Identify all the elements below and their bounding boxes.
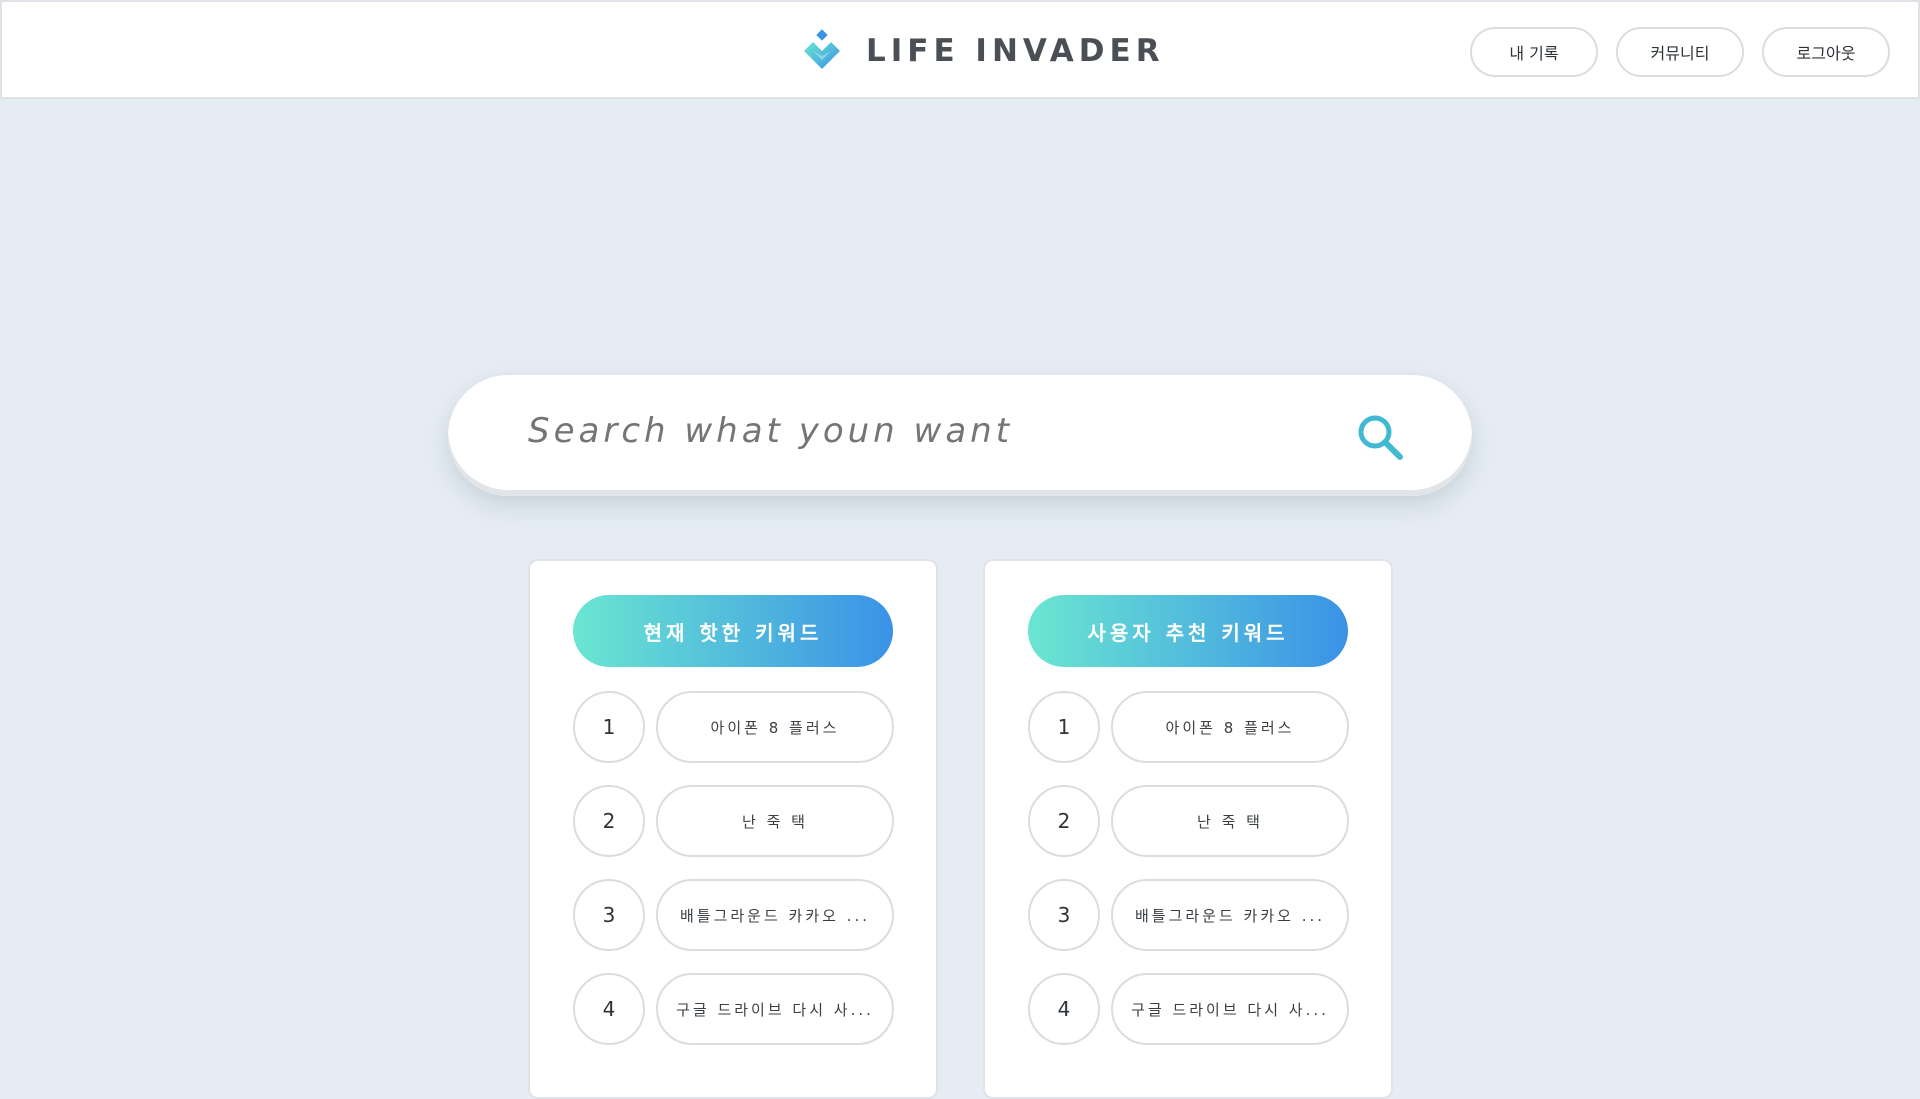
rank-badge: 1 bbox=[1028, 691, 1100, 763]
rank-badge: 4 bbox=[1028, 973, 1100, 1045]
keyword-item[interactable]: 난 죽 택 bbox=[1111, 785, 1349, 857]
search-bar bbox=[448, 375, 1472, 496]
search-icon[interactable] bbox=[1354, 411, 1406, 463]
keyword-item[interactable]: 배틀그라운드 카카오 ... bbox=[1111, 879, 1349, 951]
rank-badge: 2 bbox=[573, 785, 645, 857]
keyword-item[interactable]: 아이폰 8 플러스 bbox=[656, 691, 894, 763]
top-header: LIFE INVADER 내 기록 커뮤니티 로그아웃 bbox=[0, 0, 1920, 99]
hot-keywords-panel: 현재 핫한 키워드 1 아이폰 8 플러스 2 난 죽 택 3 배틀그라운드 카… bbox=[528, 559, 938, 1099]
my-records-button[interactable]: 내 기록 bbox=[1470, 27, 1598, 77]
diamond-logo-icon bbox=[804, 29, 840, 69]
keyword-item[interactable]: 구글 드라이브 다시 사... bbox=[1111, 973, 1349, 1045]
logout-button[interactable]: 로그아웃 bbox=[1762, 27, 1890, 77]
brand-logo[interactable]: LIFE INVADER bbox=[800, 28, 1165, 74]
keyword-item[interactable]: 배틀그라운드 카카오 ... bbox=[656, 879, 894, 951]
keyword-item[interactable]: 난 죽 택 bbox=[656, 785, 894, 857]
keyword-item[interactable]: 아이폰 8 플러스 bbox=[1111, 691, 1349, 763]
rank-badge: 4 bbox=[573, 973, 645, 1045]
search-input[interactable] bbox=[528, 411, 1288, 451]
panel-title: 사용자 추천 키워드 bbox=[1028, 595, 1348, 667]
keyword-item[interactable]: 구글 드라이브 다시 사... bbox=[656, 973, 894, 1045]
recommended-keywords-panel: 사용자 추천 키워드 1 아이폰 8 플러스 2 난 죽 택 3 배틀그라운드 … bbox=[983, 559, 1393, 1099]
rank-badge: 2 bbox=[1028, 785, 1100, 857]
panel-title: 현재 핫한 키워드 bbox=[573, 595, 893, 667]
rank-badge: 3 bbox=[573, 879, 645, 951]
brand-name: LIFE INVADER bbox=[866, 33, 1165, 69]
rank-badge: 3 bbox=[1028, 879, 1100, 951]
community-button[interactable]: 커뮤니티 bbox=[1616, 27, 1744, 77]
rank-badge: 1 bbox=[573, 691, 645, 763]
